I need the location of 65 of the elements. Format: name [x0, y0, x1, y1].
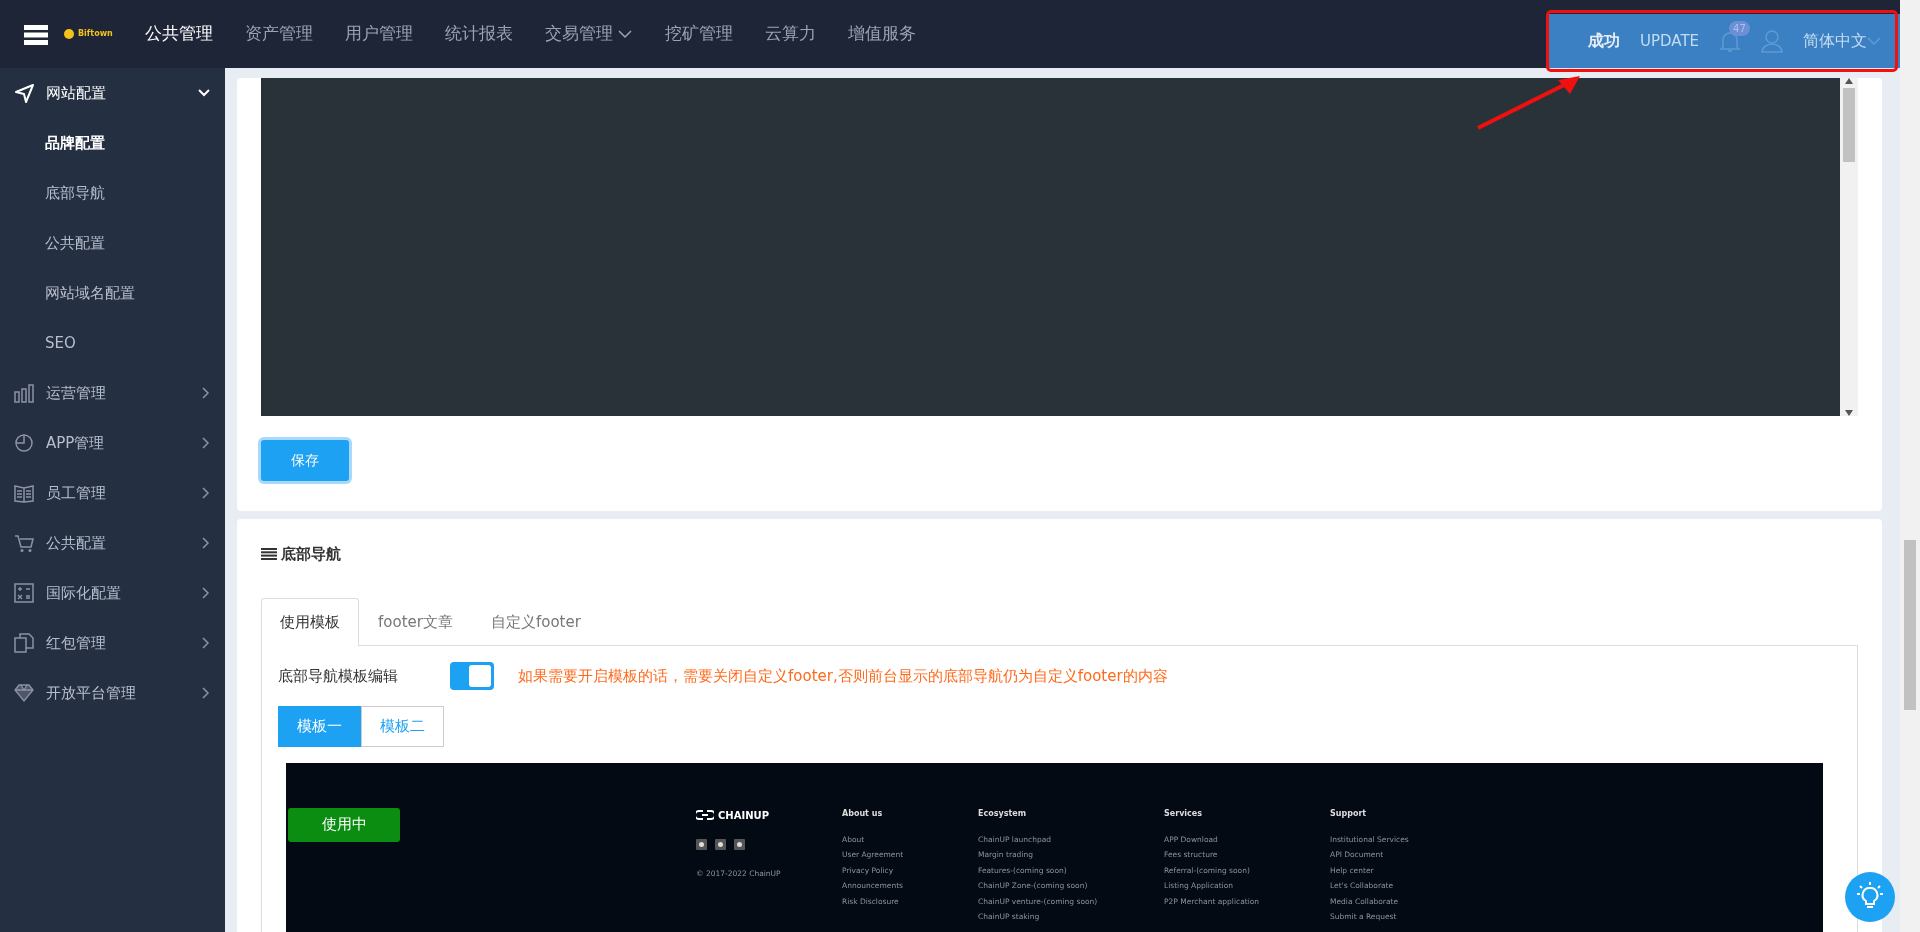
hint-text: 如果需要开启模板的话，需要关闭自定义footer,否则前台显示的底部导航仍为自定义footer的内容 [518, 665, 1168, 687]
sidebar-subitem[interactable]: SEO [0, 318, 225, 368]
nav-tab[interactable]: 挖矿管理 [648, 21, 749, 47]
scroll-up-icon[interactable] [1845, 78, 1853, 84]
sidebar-subitem[interactable]: 公共配置 [0, 218, 225, 268]
pie-chart-icon [14, 433, 34, 453]
book-icon [14, 483, 34, 503]
sidebar-item[interactable]: 国际化配置 [0, 568, 225, 618]
chevron-right-icon [201, 636, 211, 650]
status-label: 使用中 [288, 807, 400, 842]
footer-heading: About us [842, 807, 884, 820]
sidebar-item[interactable]: 公共配置 [0, 518, 225, 568]
footer-heading: Services [1164, 807, 1204, 820]
logo-icon [64, 29, 74, 39]
diamond-icon [14, 683, 34, 703]
section-title: 底部导航 [281, 544, 341, 565]
nav-tab[interactable]: 云算力 [748, 21, 832, 47]
calculator-icon [14, 583, 34, 603]
nav-tab[interactable]: 公共管理 [128, 21, 229, 47]
chevron-right-icon [201, 536, 211, 550]
scroll-thumb[interactable] [1904, 540, 1916, 710]
cart-icon [14, 533, 34, 553]
chevron-right-icon [201, 686, 211, 700]
nav-tab[interactable]: 增值服务 [831, 21, 932, 47]
sidebar-item[interactable]: 开放平台管理 [0, 668, 225, 718]
nav-tab[interactable]: 用户管理 [328, 21, 429, 47]
chevron-down-icon [197, 88, 211, 98]
toggle-switch[interactable] [450, 662, 494, 690]
sidebar-subitem[interactable]: 品牌配置 [0, 118, 225, 168]
chevron-down-icon [616, 29, 633, 40]
footer-logo-text: CHAINUP [718, 808, 769, 823]
footer-heading: Support [1330, 807, 1368, 820]
footer-heading: Ecosystem [978, 807, 1028, 820]
nav-tab[interactable]: 交易管理 [528, 21, 649, 47]
sidebar-item[interactable]: APP管理 [0, 418, 225, 468]
sidebar-subitem[interactable]: 底部导航 [0, 168, 225, 218]
nav-tab[interactable]: 资产管理 [228, 21, 329, 47]
sidebar-item[interactable]: 网站配置 [0, 68, 225, 118]
scroll-down-icon[interactable] [1845, 410, 1853, 416]
notification-count: 47 [1729, 21, 1750, 36]
chevron-right-icon [201, 436, 211, 450]
toggle-label: 底部导航模板编辑 [278, 665, 399, 687]
user-icon [1761, 29, 1784, 53]
list-icon [261, 548, 277, 561]
tab[interactable]: 使用模板 [261, 597, 359, 646]
copy-icon [14, 633, 34, 653]
tab[interactable]: 自定义footer [471, 597, 600, 645]
sidebar-item[interactable]: 运营管理 [0, 368, 225, 418]
chevron-down-icon [1867, 36, 1882, 46]
nav-tab[interactable]: 统计报表 [428, 21, 529, 47]
toast-message: 成功 [1588, 30, 1620, 52]
menu-icon[interactable] [24, 22, 48, 46]
language-label: 简体中文 [1803, 30, 1868, 52]
scroll-thumb[interactable] [1843, 88, 1855, 162]
paper-plane-icon [14, 83, 34, 103]
brand-name: Biftown [78, 28, 113, 40]
chevron-right-icon [201, 486, 211, 500]
sidebar-item[interactable]: 员工管理 [0, 468, 225, 518]
sidebar-item[interactable]: 红包管理 [0, 618, 225, 668]
chain-logo-icon [696, 809, 714, 821]
tab[interactable]: footer文章 [359, 597, 472, 645]
chevron-right-icon [201, 586, 211, 600]
chevron-right-icon [201, 386, 211, 400]
bar-chart-icon [14, 383, 34, 403]
sidebar-subitem[interactable]: 网站域名配置 [0, 268, 225, 318]
